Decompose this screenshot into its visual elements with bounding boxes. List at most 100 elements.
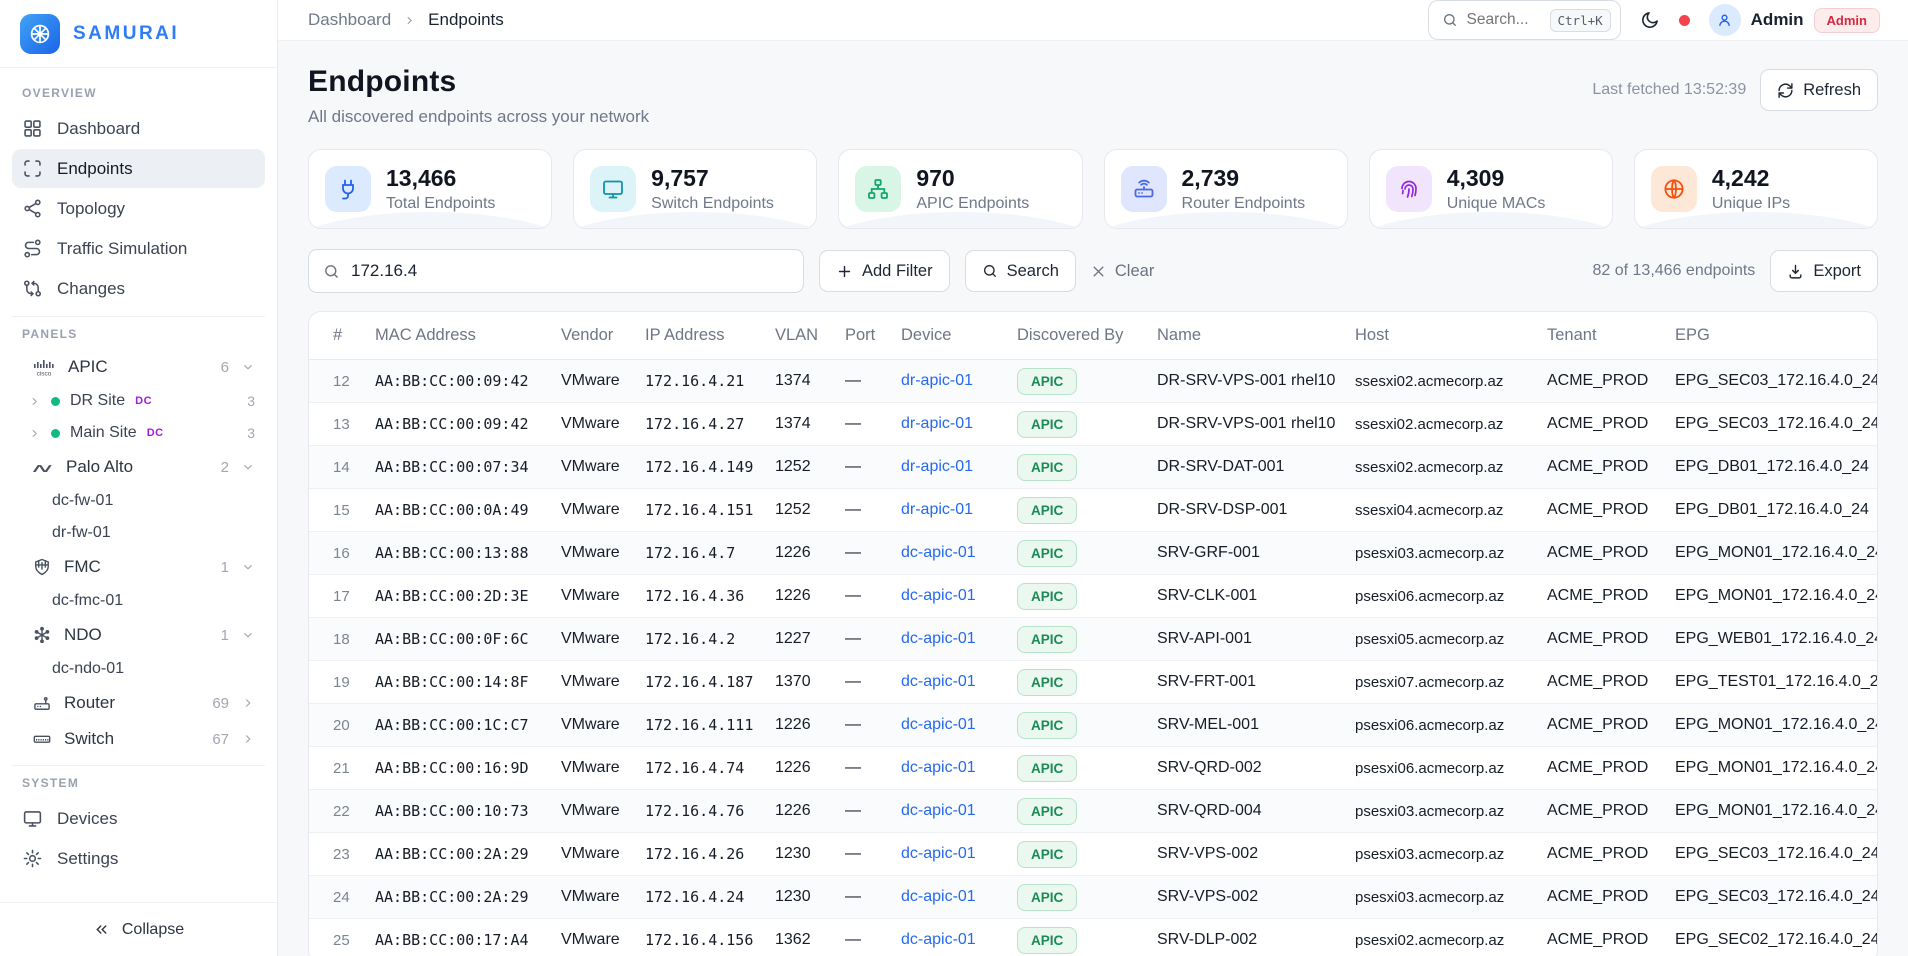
port: — [835,919,891,956]
page-title: Endpoints [308,65,649,99]
device-link[interactable]: dc-apic-01 [901,888,976,905]
table-row[interactable]: 16AA:BB:CC:00:13:88VMware172.16.4.71226—… [309,532,1877,575]
stat-value: 13,466 [386,165,456,191]
host: ssesxi04.acmecorp.az [1345,489,1537,532]
device-cell: dc-apic-01 [891,790,1007,833]
column-header-discovered_by: Discovered By [1007,312,1147,360]
table-row[interactable]: 12AA:BB:CC:00:09:42VMware172.16.4.211374… [309,360,1877,403]
chevron-down-icon [241,460,255,474]
discovered-by-badge: APIC [1017,583,1077,610]
add-filter-button[interactable]: Add Filter [819,250,950,292]
vlan: 1252 [765,489,835,532]
endpoint-search-input[interactable] [351,261,789,281]
table-row[interactable]: 25AA:BB:CC:00:17:A4VMware172.16.4.156136… [309,919,1877,956]
user-menu[interactable]: Admin Admin [1709,4,1880,36]
discovered-by-cell: APIC [1007,833,1147,876]
vendor: VMware [551,704,635,747]
breadcrumb-dashboard[interactable]: Dashboard [308,10,391,30]
table-row[interactable]: 24AA:BB:CC:00:2A:29VMware172.16.4.241230… [309,876,1877,919]
sidebar-item-settings[interactable]: Settings [12,839,265,878]
row-number: 20 [309,704,365,747]
stat-value: 970 [916,165,954,191]
device-link[interactable]: dc-apic-01 [901,544,976,561]
sidebar-item-endpoints[interactable]: Endpoints [12,149,265,188]
global-search[interactable]: Ctrl+K [1428,0,1621,40]
device-link[interactable]: dc-apic-01 [901,802,976,819]
device-link[interactable]: dr-apic-01 [901,415,973,432]
table-row[interactable]: 17AA:BB:CC:00:2D:3EVMware172.16.4.361226… [309,575,1877,618]
panel-count: 2 [221,459,229,476]
table-row[interactable]: 21AA:BB:CC:00:16:9DVMware172.16.4.741226… [309,747,1877,790]
stat-cards: 13,466Total Endpoints 9,757Switch Endpoi… [308,149,1878,229]
device-link[interactable]: dc-apic-01 [901,845,976,862]
sidebar-item-changes[interactable]: Changes [12,269,265,308]
ip-address: 172.16.4.36 [635,575,765,618]
device-link[interactable]: dc-apic-01 [901,587,976,604]
panel-palo-alto[interactable]: Palo Alto 2 [12,449,265,485]
refresh-button[interactable]: Refresh [1760,69,1878,111]
table-row[interactable]: 13AA:BB:CC:00:09:42VMware172.16.4.271374… [309,403,1877,446]
device-link[interactable]: dc-apic-01 [901,931,976,948]
panel-router[interactable]: Router 69 [12,685,265,721]
clear-button[interactable]: Clear [1091,262,1154,281]
tenant: ACME_PROD [1537,790,1665,833]
device-cell: dc-apic-01 [891,532,1007,575]
device-link[interactable]: dc-apic-01 [901,673,976,690]
sidebar-item-topology[interactable]: Topology [12,189,265,228]
dark-mode-toggle[interactable] [1640,10,1660,30]
port: — [835,532,891,575]
chevron-right-icon[interactable] [28,395,41,408]
dc-badge: DC [147,427,164,439]
stat-value: 4,242 [1712,165,1770,191]
table-row[interactable]: 20AA:BB:CC:00:1C:C7VMware172.16.4.111122… [309,704,1877,747]
ip-address: 172.16.4.111 [635,704,765,747]
site-main-site[interactable]: Main Site DC 3 [12,417,265,449]
panel-apic[interactable]: cisco APIC 6 [12,349,265,385]
device-link[interactable]: dc-apic-01 [901,759,976,776]
table-row[interactable]: 18AA:BB:CC:00:0F:6CVMware172.16.4.21227—… [309,618,1877,661]
sidebar-item-traffic-simulation[interactable]: Traffic Simulation [12,229,265,268]
site-dr-site[interactable]: DR Site DC 3 [12,385,265,417]
ip-address: 172.16.4.21 [635,360,765,403]
chevron-right-icon[interactable] [28,427,41,440]
table-row[interactable]: 23AA:BB:CC:00:2A:29VMware172.16.4.261230… [309,833,1877,876]
topbar: Dashboard Endpoints Ctrl+K Admin Admin [278,0,1908,41]
table-row[interactable]: 22AA:BB:CC:00:10:73VMware172.16.4.761226… [309,790,1877,833]
panel-count: 69 [212,695,229,712]
export-button[interactable]: Export [1770,250,1878,292]
discovered-by-badge: APIC [1017,841,1077,868]
endpoint-name: SRV-DLP-002 [1147,919,1345,956]
tenant: ACME_PROD [1537,919,1665,956]
device-item-dr-fw-01[interactable]: dr-fw-01 [12,517,265,549]
endpoint-search[interactable] [308,249,804,293]
device-link[interactable]: dc-apic-01 [901,716,976,733]
table-row[interactable]: 14AA:BB:CC:00:07:34VMware172.16.4.149125… [309,446,1877,489]
sidebar-item-devices[interactable]: Devices [12,799,265,838]
device-item-dc-fmc-01[interactable]: dc-fmc-01 [12,585,265,617]
panel-ndo[interactable]: NDO 1 [12,617,265,653]
search-button[interactable]: Search [965,250,1076,292]
panel-switch[interactable]: Switch 67 [12,721,265,757]
collapse-sidebar-button[interactable]: Collapse [0,902,277,956]
tenant: ACME_PROD [1537,704,1665,747]
device-link[interactable]: dc-apic-01 [901,630,976,647]
table-row[interactable]: 15AA:BB:CC:00:0A:49VMware172.16.4.151125… [309,489,1877,532]
table-row[interactable]: 19AA:BB:CC:00:14:8FVMware172.16.4.187137… [309,661,1877,704]
tenant: ACME_PROD [1537,618,1665,661]
sidebar-item-dashboard[interactable]: Dashboard [12,109,265,148]
panel-fmc[interactable]: FMC 1 [12,549,265,585]
fingerprint-icon [1386,166,1432,212]
mac-address: AA:BB:CC:00:10:73 [365,790,551,833]
vlan: 1230 [765,876,835,919]
device-link[interactable]: dr-apic-01 [901,458,973,475]
site-count: 3 [247,393,255,409]
device-item-dc-ndo-01[interactable]: dc-ndo-01 [12,653,265,685]
port: — [835,876,891,919]
global-search-input[interactable] [1467,11,1541,29]
column-header-vendor: Vendor [551,312,635,360]
device-item-dc-fw-01[interactable]: dc-fw-01 [12,485,265,517]
notification-dot[interactable] [1679,15,1690,26]
device-link[interactable]: dr-apic-01 [901,372,973,389]
device-link[interactable]: dr-apic-01 [901,501,973,518]
panel-label: FMC [64,557,101,577]
